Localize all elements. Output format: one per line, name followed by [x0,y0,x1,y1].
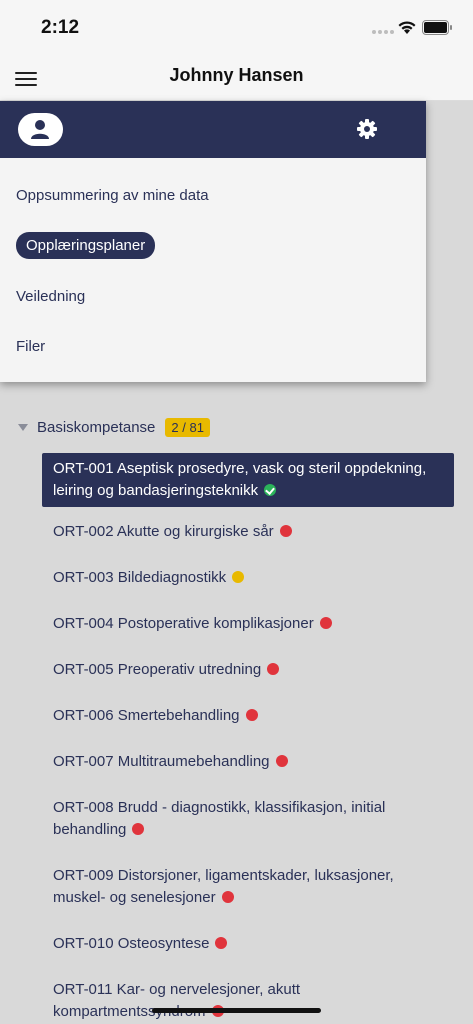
status-time: 2:12 [41,17,80,38]
user-icon [31,120,49,139]
plan-item[interactable]: ORT-008 Brudd - diagnostikk, klassifikas… [42,797,454,841]
plan-item[interactable]: ORT-011 Kar- og nervelesjoner, akutt kom… [42,979,454,1023]
caret-down-icon [18,424,28,431]
plan-title: ORT-011 Kar- og nervelesjoner, akutt kom… [53,981,301,1020]
battery-icon [422,20,452,35]
status-dot-icon [132,823,145,835]
plan-title: ORT-010 Osteosyntese [53,935,210,952]
plan-title: ORT-008 Brudd - diagnostikk, klassifikas… [53,799,386,838]
menu-item-training-plans[interactable]: Opplæringsplaner [16,232,156,259]
app-header: Johnny Hansen [0,50,473,101]
menu-item-files[interactable]: Filer [16,338,45,355]
plan-title: ORT-005 Preoperativ utredning [53,661,262,678]
plan-item[interactable]: ORT-010 Osteosyntese [42,933,454,955]
wifi-icon [398,21,416,34]
plan-title: ORT-004 Postoperative komplikasjoner [53,615,314,632]
plan-title: ORT-002 Akutte og kirurgiske sår [53,523,274,540]
status-dot-icon [279,525,292,537]
status-dot-icon [267,663,280,675]
group-label: Basiskompetanse [37,419,156,436]
cellular-signal-icon [372,30,394,34]
group-header[interactable]: Basiskompetanse 2 / 81 [18,418,210,437]
status-dot-icon [215,937,228,949]
menu-item-guidance[interactable]: Veiledning [16,288,85,305]
count-badge: 2 / 81 [165,418,210,437]
status-dot-icon [275,755,288,767]
status-dot-icon [319,617,332,629]
completed-check-icon [264,484,277,496]
plan-list: ORT-001 Aseptisk prosedyre, vask og ster… [42,453,454,1023]
status-dot-icon [221,891,234,903]
avatar[interactable] [18,113,63,146]
menu-item-summary[interactable]: Oppsummering av mine data [16,187,209,204]
plan-title: ORT-003 Bildediagnostikk [53,569,227,586]
plan-item[interactable]: ORT-003 Bildediagnostikk [42,567,454,589]
plan-item[interactable]: ORT-006 Smertebehandling [42,705,454,727]
plan-title: ORT-001 Aseptisk prosedyre, vask og ster… [53,460,427,499]
page-title: Johnny Hansen [169,65,304,85]
plan-item[interactable]: ORT-009 Distorsjoner, ligamentskader, lu… [42,865,454,909]
plan-title: ORT-006 Smertebehandling [53,707,240,724]
plan-item[interactable]: ORT-005 Preoperativ utredning [42,659,454,681]
gear-icon[interactable] [357,119,377,139]
home-indicator [152,1008,321,1013]
plan-item[interactable]: ORT-007 Multitraumebehandling [42,751,454,773]
plan-item[interactable]: ORT-002 Akutte og kirurgiske sår [42,521,454,543]
status-dot-icon [232,571,245,583]
status-bar: 2:12 [0,0,473,50]
plan-item[interactable]: ORT-004 Postoperative komplikasjoner [42,613,454,635]
navigation-drawer: Oppsummering av mine data Opplæringsplan… [0,101,426,382]
drawer-header [0,101,426,158]
status-dot-icon [245,709,258,721]
plan-title: ORT-007 Multitraumebehandling [53,753,270,770]
plan-item[interactable]: ORT-001 Aseptisk prosedyre, vask og ster… [42,453,454,507]
